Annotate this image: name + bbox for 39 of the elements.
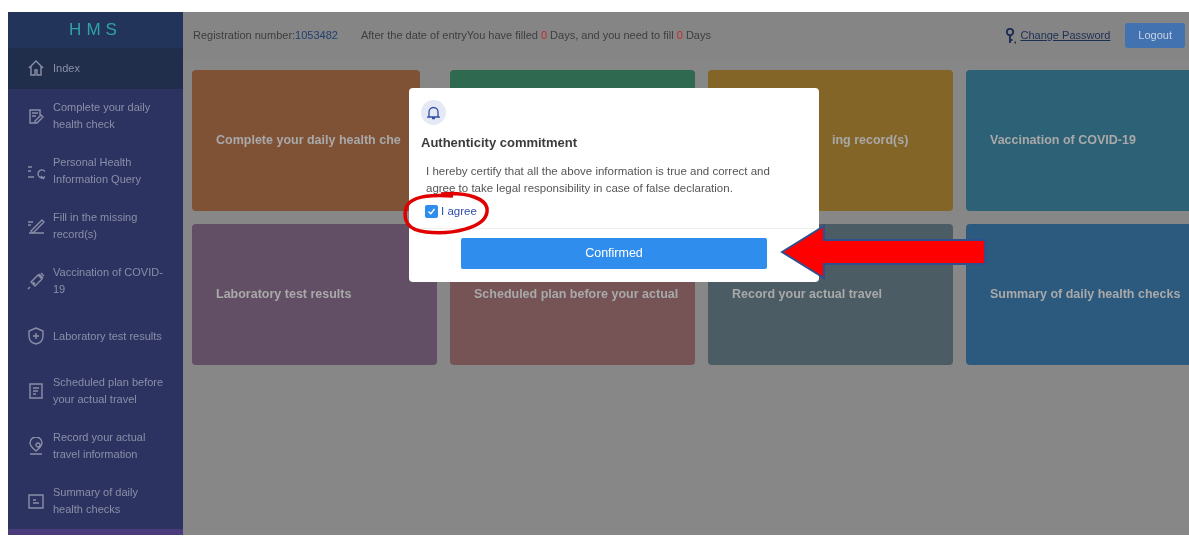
change-password-link[interactable]: Change Password bbox=[1020, 27, 1111, 44]
sidebar-item[interactable]: Record your actual travel information bbox=[8, 418, 183, 474]
feature-card[interactable]: Vaccination of COVID-19 bbox=[966, 70, 1189, 211]
location-pin-icon bbox=[27, 437, 45, 456]
pen-lines-icon bbox=[27, 217, 45, 236]
sidebar-item[interactable]: Laboratory test results bbox=[8, 308, 183, 364]
sidebar-item[interactable]: Index bbox=[8, 47, 183, 89]
card-title: Complete your daily health che bbox=[216, 132, 401, 150]
document-pen-icon bbox=[27, 107, 45, 126]
feature-card[interactable]: Complete your daily health che bbox=[192, 70, 420, 211]
app-logo: HMS bbox=[69, 19, 122, 42]
sidebar-item[interactable]: Complete your daily health check bbox=[8, 88, 183, 144]
sidebar-item[interactable]: Vaccination of COVID-19 bbox=[8, 253, 183, 309]
sidebar-item[interactable]: Summary of daily health checks bbox=[8, 473, 183, 529]
document-icon bbox=[27, 382, 45, 401]
confirm-button[interactable]: Confirmed bbox=[461, 237, 767, 269]
entry-notice: After the date of entryYou have filled 0 Days, and you need to fill 0 Days bbox=[360, 28, 711, 44]
square-list-icon bbox=[27, 492, 45, 511]
bell-icon bbox=[421, 100, 446, 125]
sidebar-item[interactable]: Scheduled plan before your actual travel bbox=[8, 363, 183, 419]
logout-button[interactable]: Logout bbox=[1125, 23, 1185, 48]
checkmark-icon bbox=[427, 206, 436, 216]
syringe-icon bbox=[27, 272, 45, 291]
card-title: Vaccination of COVID-19 bbox=[990, 132, 1136, 150]
card-title: ing record(s) bbox=[832, 132, 909, 150]
key-icon bbox=[1006, 27, 1017, 44]
card-title: Laboratory test results bbox=[216, 286, 352, 304]
feature-card[interactable]: Laboratory test results bbox=[192, 224, 437, 365]
card-title: Scheduled plan before your actual bbox=[474, 286, 679, 304]
dialog-title: Authenticity commitment bbox=[421, 134, 578, 152]
card-title: Record your actual travel bbox=[732, 286, 883, 304]
card-title: Summary of daily health checks bbox=[990, 286, 1181, 304]
feature-card[interactable]: Summary of daily health checks bbox=[966, 224, 1189, 365]
shield-plus-icon bbox=[27, 327, 45, 346]
registration-number: Registration number:1053482 bbox=[193, 28, 338, 44]
sidebar-item[interactable]: Personal Health Information Query bbox=[8, 143, 183, 199]
sidebar-item[interactable]: Fill in the missing record(s) bbox=[8, 198, 183, 254]
agree-checkbox[interactable]: I agree bbox=[425, 202, 477, 220]
home-icon bbox=[27, 59, 45, 78]
